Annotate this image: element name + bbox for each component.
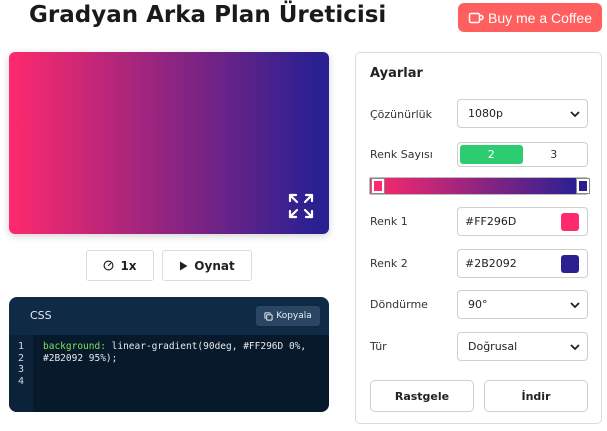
speed-label: 1x bbox=[120, 258, 137, 273]
type-label: Tür bbox=[370, 340, 387, 353]
gauge-icon bbox=[103, 260, 114, 271]
play-label: Oynat bbox=[194, 258, 235, 273]
speed-button[interactable]: 1x bbox=[86, 250, 154, 281]
chevron-down-icon bbox=[570, 111, 580, 118]
code-property: background: bbox=[43, 341, 106, 352]
rotation-value: 90° bbox=[468, 298, 488, 311]
line-number: 1 bbox=[17, 341, 25, 352]
color2-label: Renk 2 bbox=[370, 257, 408, 270]
code-value-continued: #2B2092 95%); bbox=[43, 352, 118, 364]
coffee-cup-icon bbox=[468, 12, 484, 23]
color2-value: #2B2092 bbox=[465, 257, 517, 270]
fullscreen-icon[interactable] bbox=[287, 192, 315, 220]
rotation-label: Döndürme bbox=[370, 298, 428, 311]
line-number: 2 bbox=[17, 352, 25, 364]
code-text: background: linear-gradient(90deg, #FF29… bbox=[33, 335, 306, 412]
rotation-select[interactable]: 90° bbox=[457, 290, 588, 319]
line-numbers: 1 2 3 4 bbox=[9, 335, 33, 412]
settings-title: Ayarlar bbox=[370, 66, 423, 81]
gradient-stops-bar[interactable] bbox=[369, 177, 589, 195]
color-count-label: Renk Sayısı bbox=[370, 148, 433, 161]
gradient-preview bbox=[9, 52, 329, 234]
coffee-label: Buy me a Coffee bbox=[487, 9, 593, 26]
resolution-value: 1080p bbox=[468, 107, 503, 120]
line-number: 3 bbox=[17, 364, 25, 375]
type-select[interactable]: Doğrusal bbox=[457, 332, 588, 361]
resolution-label: Çözünürlük bbox=[370, 108, 433, 121]
code-editor[interactable]: 1 2 3 4 background: linear-gradient(90de… bbox=[9, 335, 329, 412]
color1-input[interactable]: #FF296D bbox=[457, 207, 588, 236]
buy-me-a-coffee-button[interactable]: Buy me a Coffee bbox=[458, 3, 602, 32]
line-number: 4 bbox=[17, 375, 25, 387]
copy-label: Kopyala bbox=[276, 311, 312, 321]
code-value: linear-gradient(90deg, #FF296D 0%, bbox=[105, 341, 307, 352]
css-code-panel: CSS Kopyala 1 2 3 4 background: linear-g… bbox=[9, 297, 329, 412]
color-count-toggle[interactable]: 2 3 bbox=[457, 142, 588, 167]
color-count-option-3[interactable]: 3 bbox=[523, 145, 586, 164]
page-title: Gradyan Arka Plan Üreticisi bbox=[29, 2, 387, 28]
color-stop-1-handle[interactable] bbox=[372, 179, 384, 193]
download-button[interactable]: İndir bbox=[484, 380, 588, 412]
color2-swatch[interactable] bbox=[561, 255, 579, 273]
resolution-select[interactable]: 1080p bbox=[457, 99, 588, 128]
type-value: Doğrusal bbox=[468, 340, 518, 353]
color1-swatch[interactable] bbox=[561, 213, 579, 231]
color2-input[interactable]: #2B2092 bbox=[457, 249, 588, 278]
random-button[interactable]: Rastgele bbox=[370, 380, 474, 412]
color-count-option-2[interactable]: 2 bbox=[460, 145, 523, 164]
copy-icon bbox=[264, 311, 273, 321]
css-panel-label: CSS bbox=[30, 309, 52, 322]
play-button[interactable]: Oynat bbox=[162, 250, 252, 281]
chevron-down-icon bbox=[570, 302, 580, 309]
color1-label: Renk 1 bbox=[370, 215, 408, 228]
color-stop-2-handle[interactable] bbox=[577, 179, 589, 193]
color1-value: #FF296D bbox=[465, 215, 517, 228]
chevron-down-icon bbox=[570, 344, 580, 351]
copy-button[interactable]: Kopyala bbox=[256, 306, 320, 326]
play-icon bbox=[180, 261, 188, 270]
settings-panel: Ayarlar Çözünürlük 1080p Renk Sayısı 2 3… bbox=[355, 52, 602, 424]
